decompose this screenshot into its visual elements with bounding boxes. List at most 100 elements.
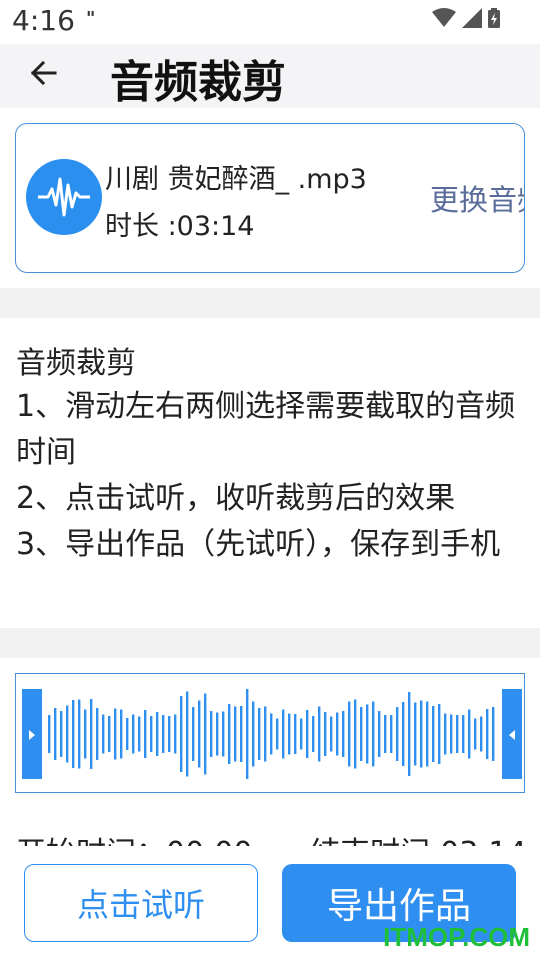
waveform-bar bbox=[60, 711, 63, 757]
waveform-bar bbox=[486, 709, 489, 759]
waveform-bar bbox=[276, 718, 279, 750]
chevron-left-icon bbox=[508, 725, 516, 744]
waveform-bar bbox=[456, 715, 459, 753]
waveform-bar bbox=[438, 704, 441, 764]
waveform-bar bbox=[114, 708, 117, 760]
waveform-bar bbox=[174, 714, 177, 754]
file-section: 川剧 贵妃醉酒_ .mp3 时长 :03:14 更换音频 bbox=[0, 108, 540, 288]
waveform-bar bbox=[144, 710, 147, 758]
waveform-bar bbox=[300, 718, 303, 750]
waveform-bar bbox=[288, 713, 291, 755]
waveform-bar bbox=[126, 718, 129, 750]
waveform-bar bbox=[186, 691, 189, 777]
waveform-bar bbox=[414, 702, 417, 766]
waveform-bar bbox=[90, 699, 93, 769]
waveform-bar bbox=[396, 707, 399, 761]
back-button[interactable] bbox=[22, 54, 64, 96]
replace-audio-button[interactable]: 更换音频 bbox=[430, 177, 524, 219]
waveform-bar bbox=[492, 707, 495, 761]
waveform-bar bbox=[282, 709, 285, 759]
arrow-left-icon bbox=[29, 59, 57, 91]
waveform-bar bbox=[330, 716, 333, 752]
trim-end-handle[interactable] bbox=[502, 689, 522, 779]
instruction-step: 2、点击试听，收听裁剪后的效果 bbox=[16, 481, 456, 516]
notification-icon: " bbox=[86, 8, 97, 29]
waveform-bar bbox=[150, 716, 153, 752]
waveform-bar bbox=[240, 706, 243, 762]
instruction-step: 1、滑动左右两侧选择需要截取的音频时间 bbox=[16, 389, 516, 470]
waveform-bar bbox=[162, 715, 165, 753]
waveform-bar bbox=[312, 716, 315, 752]
waveform-bar bbox=[318, 706, 321, 762]
waveform-bar bbox=[324, 712, 327, 756]
waveform-bar bbox=[246, 689, 249, 779]
status-icons bbox=[432, 8, 500, 28]
trim-start-handle[interactable] bbox=[22, 689, 42, 779]
waveform-bar bbox=[360, 707, 363, 761]
waveform-bar bbox=[384, 715, 387, 753]
status-bar: 4:16 " bbox=[0, 0, 540, 44]
waveform-bar bbox=[156, 712, 159, 756]
waveform-bar bbox=[108, 716, 111, 752]
waveform-bar bbox=[78, 699, 81, 769]
audio-waveform bbox=[48, 689, 495, 779]
waveform-bar bbox=[378, 711, 381, 757]
waveform-bar bbox=[168, 716, 171, 752]
waveform-bar bbox=[474, 718, 477, 750]
app-bar: 音频裁剪 bbox=[0, 44, 540, 108]
waveform-bar bbox=[270, 713, 273, 755]
instructions-title: 音频裁剪 bbox=[16, 346, 136, 381]
waveform-bar bbox=[444, 713, 447, 755]
waveform-section bbox=[0, 658, 540, 808]
waveform-bar bbox=[222, 711, 225, 757]
waveform-bar bbox=[402, 702, 405, 766]
battery-icon bbox=[488, 8, 500, 28]
file-duration: 时长 :03:14 bbox=[105, 211, 255, 242]
waveform-bar bbox=[180, 696, 183, 772]
waveform-bar bbox=[132, 714, 135, 754]
waveform-bar bbox=[480, 716, 483, 752]
waveform-bar bbox=[228, 704, 231, 764]
waveform-icon bbox=[26, 159, 102, 235]
cell-signal-icon bbox=[462, 8, 482, 28]
waveform-bar bbox=[192, 707, 195, 761]
status-time: 4:16 bbox=[12, 4, 75, 37]
waveform-bar bbox=[420, 700, 423, 768]
waveform-bar bbox=[48, 715, 51, 753]
waveform-selector[interactable] bbox=[15, 673, 525, 793]
waveform-bar bbox=[408, 692, 411, 776]
waveform-bar bbox=[432, 706, 435, 762]
waveform-bar bbox=[72, 700, 75, 768]
waveform-bar bbox=[366, 704, 369, 764]
waveform-bar bbox=[102, 714, 105, 754]
instructions-section: 音频裁剪 1、滑动左右两侧选择需要截取的音频时间 2、点击试听，收听裁剪后的效果… bbox=[0, 318, 540, 628]
watermark: ITMOP.COM bbox=[383, 922, 530, 952]
waveform-bar bbox=[372, 701, 375, 767]
waveform-bar bbox=[210, 711, 213, 757]
wifi-icon bbox=[432, 8, 456, 28]
bottom-actions: 点击试听 导出作品 ITMOP.COM bbox=[0, 846, 540, 960]
preview-button[interactable]: 点击试听 bbox=[24, 864, 258, 942]
page-title: 音频裁剪 bbox=[110, 57, 286, 108]
waveform-bar bbox=[234, 706, 237, 762]
waveform-bar bbox=[216, 712, 219, 756]
waveform-bar bbox=[84, 709, 87, 759]
instruction-step: 3、导出作品（先试听），保存到手机 bbox=[16, 527, 501, 562]
file-name: 川剧 贵妃醉酒_ .mp3 bbox=[105, 164, 367, 195]
waveform-bar bbox=[426, 701, 429, 767]
waveform-bar bbox=[54, 708, 57, 760]
chevron-right-icon bbox=[28, 725, 36, 744]
waveform-bar bbox=[138, 716, 141, 752]
audio-file-card: 川剧 贵妃醉酒_ .mp3 时长 :03:14 更换音频 bbox=[15, 123, 525, 273]
waveform-bar bbox=[204, 693, 207, 775]
waveform-bar bbox=[354, 699, 357, 769]
waveform-bar bbox=[120, 709, 123, 759]
waveform-bar bbox=[252, 701, 255, 767]
waveform-bar bbox=[96, 708, 99, 760]
waveform-bar bbox=[198, 700, 201, 768]
waveform-bar bbox=[294, 714, 297, 754]
waveform-bar bbox=[264, 706, 267, 762]
waveform-bar bbox=[66, 705, 69, 763]
waveform-bar bbox=[462, 715, 465, 753]
waveform-bar bbox=[306, 710, 309, 758]
